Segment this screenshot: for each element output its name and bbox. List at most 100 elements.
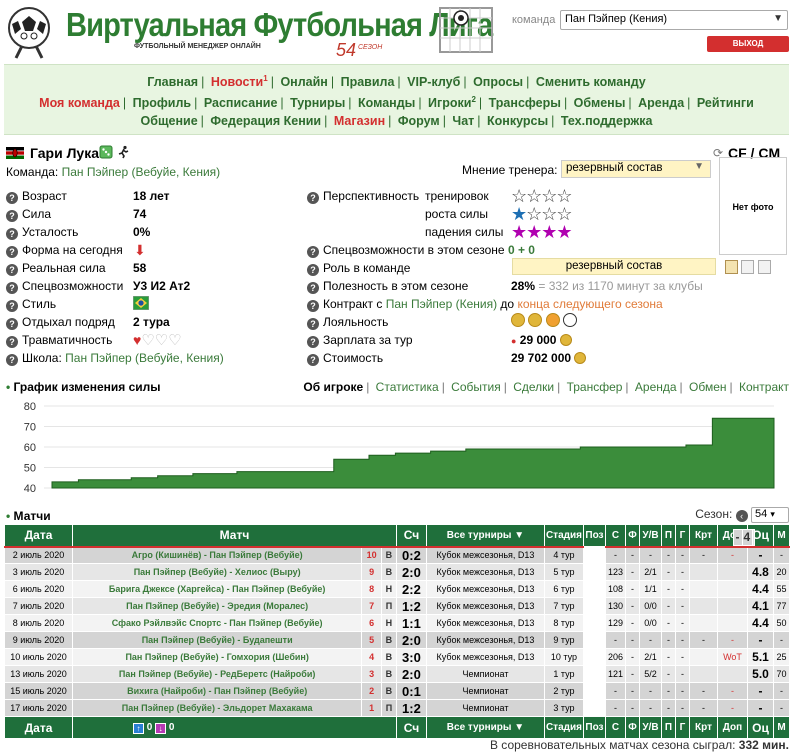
tab-exchange[interactable]: Обмен bbox=[689, 380, 727, 394]
nav-shop[interactable]: Магазин bbox=[334, 114, 385, 128]
match-score[interactable]: 1:1 bbox=[395, 614, 427, 632]
site-title[interactable]: Виртуальная Футбольная Лига bbox=[66, 6, 493, 44]
col-match[interactable]: Матч bbox=[72, 524, 397, 547]
help-icon[interactable]: ? bbox=[307, 336, 319, 348]
match-score[interactable]: 3:0 bbox=[395, 648, 427, 666]
tab-about[interactable]: Об игроке bbox=[303, 380, 363, 394]
foot-stage[interactable]: Стадия bbox=[543, 716, 584, 739]
help-icon[interactable]: ? bbox=[6, 282, 18, 294]
match-name[interactable]: Барига Джексе (Харгейса) - Пан Пэйпер (В… bbox=[71, 580, 363, 598]
match-score[interactable]: 0:2 bbox=[395, 545, 427, 564]
foot-score[interactable]: Сч bbox=[395, 716, 427, 739]
match-score[interactable]: 1:2 bbox=[395, 699, 427, 717]
nav-my-team[interactable]: Моя команда bbox=[39, 96, 120, 110]
table-row[interactable]: 2 июль 2020 Агро (Кишинёв) - Пан Пэйпер (… bbox=[4, 528, 790, 564]
nav-players[interactable]: Игроки2 bbox=[428, 95, 476, 110]
col-stage[interactable]: Стадия bbox=[543, 524, 584, 547]
col-pos[interactable]: Поз bbox=[582, 524, 606, 547]
foot-g[interactable]: Г bbox=[675, 716, 690, 739]
col-score[interactable]: Сч bbox=[395, 524, 427, 547]
col-p[interactable]: П bbox=[661, 524, 676, 547]
help-icon[interactable]: ? bbox=[307, 246, 319, 258]
match-name[interactable]: Пан Пэйпер (Вебуйе) - РедБеретс (Найроби… bbox=[71, 665, 363, 683]
help-icon[interactable]: ? bbox=[6, 246, 18, 258]
tab-deals[interactable]: Сделки bbox=[513, 380, 554, 394]
match-name[interactable]: Пан Пэйпер (Вебуйе) - Хелиос (Выру) bbox=[71, 563, 363, 581]
tab-contract[interactable]: Контракт bbox=[739, 380, 789, 394]
contract-team-link[interactable]: Пан Пэйпер (Кения) bbox=[386, 297, 497, 311]
coach-opinion-select[interactable]: резервный состав ▼ bbox=[561, 160, 711, 179]
col-s[interactable]: С bbox=[604, 524, 627, 547]
match-name[interactable]: Пан Пэйпер (Вебуйе) - Эредия (Моралес) bbox=[71, 597, 363, 615]
player-team-link[interactable]: Пан Пэйпер (Вебуйе, Кения) bbox=[62, 165, 221, 179]
foot-pos[interactable]: Поз bbox=[582, 716, 606, 739]
foot-minutes[interactable]: М bbox=[773, 716, 790, 739]
tab-events[interactable]: События bbox=[451, 380, 501, 394]
nav-rent[interactable]: Аренда bbox=[638, 96, 684, 110]
table-row[interactable]: 9 июль 2020 Пан Пэйпер (Вебуйе) - Будапеш… bbox=[4, 528, 790, 649]
table-row[interactable]: 7 июль 2020 Пан Пэйпер (Вебуйе) - Эредия … bbox=[4, 528, 790, 615]
nav-federation[interactable]: Федерация Кении bbox=[210, 114, 321, 128]
help-icon[interactable]: ? bbox=[307, 192, 319, 204]
match-name[interactable]: Пан Пэйпер (Вебуйе) - Будапешти bbox=[71, 631, 363, 649]
table-row[interactable]: 8 июль 2020 Сфако Рэйлвэйс Спортс - Пан П… bbox=[4, 528, 790, 632]
nav-online[interactable]: Онлайн bbox=[280, 75, 327, 89]
col-minutes[interactable]: М bbox=[773, 524, 790, 547]
foot-rating[interactable]: Оц bbox=[747, 716, 774, 739]
exit-button[interactable]: ВЫХОД bbox=[707, 36, 789, 52]
table-row[interactable]: 3 июль 2020 Пан Пэйпер (Вебуйе) - Хелиос … bbox=[4, 528, 790, 581]
help-icon[interactable]: ? bbox=[307, 318, 319, 330]
table-row[interactable]: 13 июль 2020 Пан Пэйпер (Вебуйе) - РедБер… bbox=[4, 528, 790, 683]
foot-date[interactable]: Дата bbox=[4, 716, 73, 739]
table-row[interactable]: 6 июль 2020 Барига Джексе (Харгейса) - Па… bbox=[4, 528, 790, 598]
school-team-link[interactable]: Пан Пэйпер (Вебуйе, Кения) bbox=[65, 351, 224, 365]
foot-p[interactable]: П bbox=[661, 716, 676, 739]
nav-forum[interactable]: Форум bbox=[398, 114, 440, 128]
tab-transfer[interactable]: Трансфер bbox=[567, 380, 623, 394]
help-icon[interactable]: ? bbox=[6, 318, 18, 330]
col-uv[interactable]: У/В bbox=[639, 524, 662, 547]
nav-support[interactable]: Тех.поддержка bbox=[561, 114, 653, 128]
add-doc-icon[interactable] bbox=[725, 260, 738, 274]
tab-rent[interactable]: Аренда bbox=[635, 380, 677, 394]
nav-home[interactable]: Главная bbox=[147, 75, 198, 89]
help-icon[interactable]: ? bbox=[6, 192, 18, 204]
prev-season-icon[interactable]: ‹ bbox=[735, 510, 748, 523]
match-score[interactable]: 2:0 bbox=[395, 563, 427, 581]
table-row[interactable]: 10 июль 2020 Пан Пэйпер (Вебуйе) - Гомхор… bbox=[4, 528, 790, 666]
nav-contests[interactable]: Конкурсы bbox=[487, 114, 548, 128]
col-tournament[interactable]: Все турниры ▼ bbox=[425, 524, 545, 547]
foot-s[interactable]: С bbox=[604, 716, 627, 739]
nav-rules[interactable]: Правила bbox=[341, 75, 395, 89]
copy-doc-icon[interactable] bbox=[741, 260, 755, 274]
nav-exchanges[interactable]: Обмены bbox=[574, 96, 626, 110]
match-name[interactable]: Сфако Рэйлвэйс Спортс - Пан Пэйпер (Вебу… bbox=[71, 614, 363, 632]
nav-chat[interactable]: Чат bbox=[452, 114, 474, 128]
table-row[interactable]: 15 июль 2020 Вихига (Найроби) - Пан Пэйпе… bbox=[4, 528, 790, 700]
help-icon[interactable]: ? bbox=[6, 354, 18, 366]
match-name[interactable]: Вихига (Найроби) - Пан Пэйпер (Вебуйе) bbox=[71, 682, 363, 700]
nav-vip[interactable]: VIP-клуб bbox=[407, 75, 460, 89]
team-select[interactable]: Пан Пэйпер (Кения) ▼ bbox=[560, 10, 788, 30]
help-icon[interactable]: ? bbox=[6, 264, 18, 276]
help-icon[interactable]: ? bbox=[307, 354, 319, 366]
match-name[interactable]: Пан Пэйпер (Вебуйе) - Эльдорет Махакама bbox=[71, 699, 363, 717]
match-score[interactable]: 2:2 bbox=[395, 580, 427, 598]
nav-ratings[interactable]: Рейтинги bbox=[697, 96, 754, 110]
table-row[interactable]: 17 июль 2020 Пан Пэйпер (Вебуйе) - Эльдор… bbox=[4, 528, 790, 717]
foot-extra[interactable]: Доп bbox=[717, 716, 748, 739]
nav-polls[interactable]: Опросы bbox=[473, 75, 523, 89]
foot-tournament[interactable]: Все турниры ▼ bbox=[425, 716, 545, 739]
nav-profile[interactable]: Профиль bbox=[133, 96, 192, 110]
tab-statistics[interactable]: Статистика bbox=[376, 380, 439, 394]
help-icon[interactable]: ? bbox=[307, 282, 319, 294]
foot-f[interactable]: Ф bbox=[625, 716, 640, 739]
foot-uv[interactable]: У/В bbox=[639, 716, 662, 739]
col-date[interactable]: Дата bbox=[4, 524, 73, 547]
match-name[interactable]: Пан Пэйпер (Вебуйе) - Гомхория (Шебин) bbox=[71, 648, 363, 666]
help-icon[interactable]: ? bbox=[6, 336, 18, 348]
help-icon[interactable]: ? bbox=[6, 210, 18, 222]
match-score[interactable]: 2:0 bbox=[395, 665, 427, 683]
foot-cards[interactable]: Крт bbox=[689, 716, 718, 739]
nav-news[interactable]: Новости1 bbox=[211, 74, 268, 89]
